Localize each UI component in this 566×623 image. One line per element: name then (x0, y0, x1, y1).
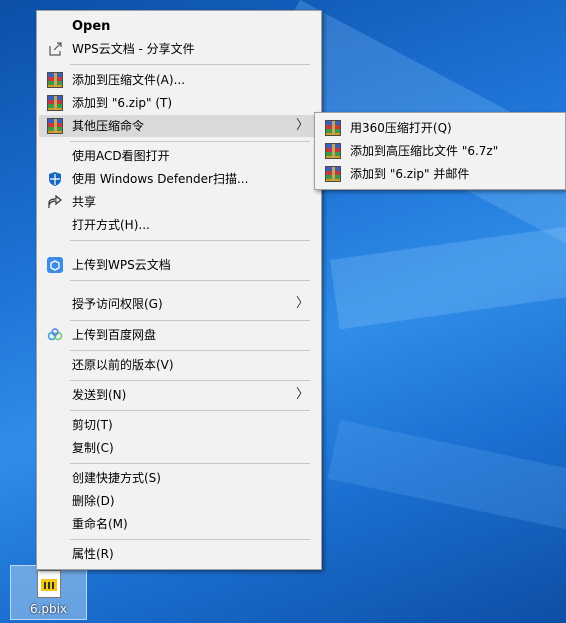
menu-item-cut[interactable]: 剪切(T) (39, 414, 319, 436)
menu-separator (70, 141, 310, 142)
menu-separator (70, 350, 310, 351)
menu-item-wps-share[interactable]: WPS云文档 - 分享文件 (39, 38, 319, 60)
menu-item-delete[interactable]: 删除(D) (39, 490, 319, 512)
powerbi-file-icon (36, 570, 61, 598)
menu-item-label: 添加到 "6.zip" (T) (72, 96, 173, 110)
menu-item-label: 使用ACD看图打开 (72, 149, 170, 163)
menu-item-properties[interactable]: 属性(R) (39, 543, 319, 565)
menu-item-label: 创建快捷方式(S) (72, 471, 161, 485)
winrar-icon (47, 118, 63, 134)
menu-separator (70, 463, 310, 464)
defender-shield-icon (49, 172, 61, 186)
winrar-icon (325, 120, 341, 136)
menu-item-open[interactable]: Open (39, 16, 319, 38)
menu-item-label: 授予访问权限(G) (72, 297, 163, 311)
menu-item-add-zip[interactable]: 添加到 "6.zip" (T) (39, 92, 319, 114)
menu-item-label: 复制(C) (72, 441, 114, 455)
share-icon (48, 194, 62, 208)
desktop-file-icon[interactable]: 6.pbix (10, 565, 87, 620)
menu-separator (70, 280, 310, 281)
menu-item-send-to[interactable]: 发送到(N) 〉 (39, 384, 319, 406)
menu-item-label: WPS云文档 - 分享文件 (72, 42, 195, 56)
chevron-right-icon: 〉 (295, 296, 309, 311)
share-out-icon (49, 42, 62, 56)
submenu-item-zip-email[interactable]: 添加到 "6.zip" 并邮件 (317, 163, 563, 185)
winrar-icon (47, 95, 63, 111)
submenu-item-add-7z[interactable]: 添加到高压缩比文件 "6.7z" (317, 140, 563, 162)
menu-item-acd-open[interactable]: 使用ACD看图打开 (39, 145, 319, 167)
winrar-icon (325, 166, 341, 182)
menu-separator (70, 539, 310, 540)
menu-item-label: 其他压缩命令 (72, 119, 145, 133)
menu-item-rename[interactable]: 重命名(M) (39, 513, 319, 535)
menu-separator (70, 320, 310, 321)
light-ray (330, 209, 566, 330)
context-menu: Open WPS云文档 - 分享文件 添加到压缩文件(A)... 添加到 "6.… (36, 10, 322, 570)
menu-separator (70, 64, 310, 65)
menu-item-grant-access[interactable]: 授予访问权限(G) 〉 (39, 293, 319, 315)
menu-item-label: 打开方式(H)... (72, 218, 150, 232)
winrar-icon (325, 143, 341, 159)
winrar-icon (47, 72, 63, 88)
chevron-right-icon: 〉 (295, 118, 309, 133)
menu-item-add-archive[interactable]: 添加到压缩文件(A)... (39, 69, 319, 91)
submenu-item-label: 添加到 "6.zip" 并邮件 (350, 167, 470, 181)
menu-item-label: 重命名(M) (72, 517, 128, 531)
menu-item-label: 删除(D) (72, 494, 115, 508)
compress-submenu: 用360压缩打开(Q) 添加到高压缩比文件 "6.7z" 添加到 "6.zip"… (314, 112, 566, 190)
menu-item-label: 属性(R) (72, 547, 114, 561)
submenu-item-label: 添加到高压缩比文件 "6.7z" (350, 144, 499, 158)
menu-separator (70, 380, 310, 381)
menu-separator (70, 240, 310, 241)
baidu-cloud-icon (47, 328, 63, 341)
submenu-item-label: 用360压缩打开(Q) (350, 121, 452, 135)
wps-cloud-icon (47, 257, 63, 273)
menu-item-label: Open (72, 19, 111, 34)
menu-item-label: 上传到WPS云文档 (72, 258, 171, 272)
light-ray (327, 420, 566, 550)
menu-item-label: 共享 (72, 195, 97, 209)
menu-item-label: 上传到百度网盘 (72, 328, 157, 342)
menu-item-restore-versions[interactable]: 还原以前的版本(V) (39, 354, 319, 376)
menu-item-label: 还原以前的版本(V) (72, 358, 174, 372)
menu-item-label: 添加到压缩文件(A)... (72, 73, 186, 87)
menu-item-share[interactable]: 共享 (39, 191, 319, 213)
menu-item-upload-baidu[interactable]: 上传到百度网盘 (39, 324, 319, 346)
menu-item-label: 发送到(N) (72, 388, 127, 402)
menu-item-upload-wps[interactable]: 上传到WPS云文档 (39, 254, 319, 276)
menu-item-other-compress[interactable]: 其他压缩命令 〉 (39, 115, 319, 137)
menu-item-label: 使用 Windows Defender扫描... (72, 172, 249, 186)
submenu-item-open-360[interactable]: 用360压缩打开(Q) (317, 117, 563, 139)
menu-separator (70, 410, 310, 411)
menu-item-label: 剪切(T) (72, 418, 113, 432)
menu-item-defender-scan[interactable]: 使用 Windows Defender扫描... (39, 168, 319, 190)
chevron-right-icon: 〉 (295, 387, 309, 402)
menu-item-create-shortcut[interactable]: 创建快捷方式(S) (39, 467, 319, 489)
menu-item-copy[interactable]: 复制(C) (39, 437, 319, 459)
file-name-label: 6.pbix (29, 602, 68, 616)
menu-item-open-with[interactable]: 打开方式(H)... (39, 214, 319, 236)
